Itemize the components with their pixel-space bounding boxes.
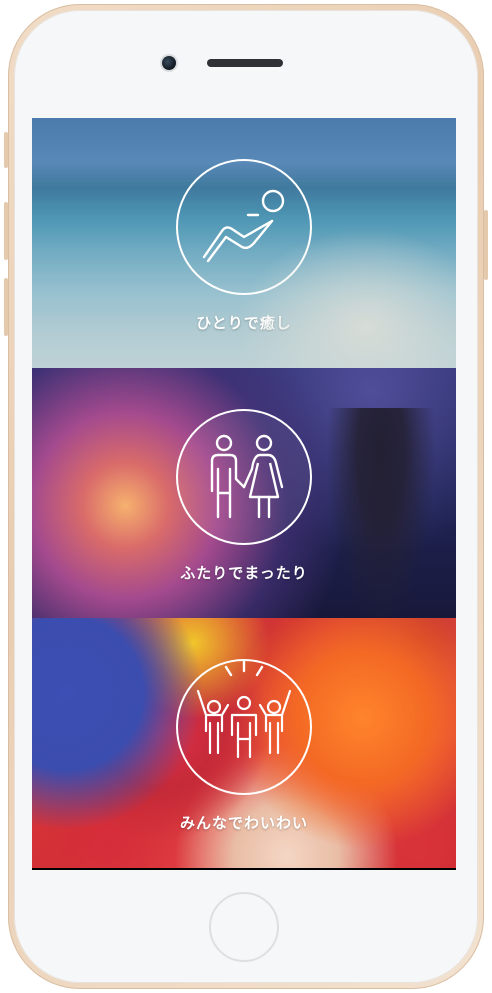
panel-alone[interactable]: ひとりで癒し <box>32 118 456 368</box>
group-cheering-icon <box>176 659 312 795</box>
front-camera <box>162 56 176 70</box>
home-button[interactable] <box>209 892 279 962</box>
power-button <box>484 210 488 280</box>
volume-down-button <box>4 278 8 336</box>
panel-label: ひとりで癒し <box>196 314 292 332</box>
panel-label: みんなでわいわい <box>179 814 308 832</box>
speaker-grille <box>207 59 283 67</box>
mute-switch <box>4 132 8 168</box>
screen: ひとりで癒し ふたりでまったり みんなでわいわい <box>32 118 456 870</box>
couple-silhouette <box>326 408 436 618</box>
couple-icon <box>176 409 312 545</box>
relaxing-person-icon <box>176 159 312 295</box>
volume-up-button <box>4 202 8 260</box>
panel-group[interactable]: みんなでわいわい <box>32 618 456 868</box>
panel-couple[interactable]: ふたりでまったり <box>32 368 456 618</box>
panel-label: ふたりでまったり <box>180 564 308 582</box>
